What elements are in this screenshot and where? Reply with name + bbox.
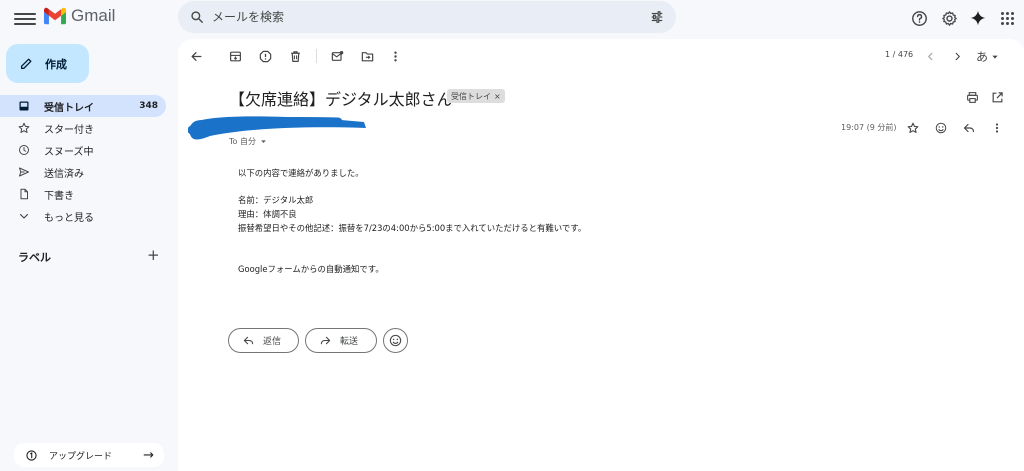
trash-icon[interactable]	[288, 49, 302, 63]
sidebar-item-label: スヌーズ中	[44, 146, 94, 158]
sidebar-item-starred[interactable]: スター付き	[0, 117, 166, 139]
upgrade-label: アップグレード	[49, 451, 113, 462]
sidebar-item-label: 受信トレイ	[44, 102, 94, 114]
message-body-line: 理由：体調不良	[238, 209, 297, 219]
sidebar-item-inbox[interactable]: 受信トレイ 348	[0, 95, 166, 117]
back-arrow-icon[interactable]	[189, 49, 203, 63]
add-label-button[interactable]: +	[147, 246, 160, 264]
sidebar-item-more[interactable]: もっと見る	[0, 205, 166, 227]
forward-label: 転送	[340, 337, 359, 347]
compose-button[interactable]: 作成	[6, 44, 89, 83]
pagination-count: 1 / 476	[885, 50, 914, 59]
archive-icon[interactable]	[228, 49, 242, 63]
pencil-icon	[20, 58, 32, 70]
compose-label: 作成	[45, 57, 67, 71]
label-chip-text: 受信トレイ	[451, 91, 491, 101]
inbox-icon	[18, 100, 30, 112]
sidebar-item-label: 送信済み	[44, 168, 84, 180]
more-vertical-icon[interactable]	[990, 121, 1004, 135]
toolbar-divider	[316, 49, 317, 63]
gemini-sparkle-icon[interactable]	[969, 9, 987, 27]
emoji-smile-icon	[389, 334, 402, 347]
add-reaction-emoji-icon[interactable]	[934, 121, 948, 135]
older-chevron-right-icon[interactable]	[950, 49, 964, 63]
help-icon[interactable]	[910, 9, 928, 27]
reply-button[interactable]: 返信	[228, 328, 299, 353]
caret-down-icon	[992, 55, 998, 59]
upgrade-badge-icon	[26, 449, 37, 461]
draft-icon	[18, 188, 30, 200]
main-menu-button[interactable]	[14, 10, 36, 26]
reply-label: 返信	[263, 337, 282, 347]
print-icon[interactable]	[965, 90, 979, 104]
reply-icon[interactable]	[962, 121, 976, 135]
search-options-icon[interactable]	[650, 10, 664, 24]
message-body-line: 振替希望日やその他記述：振替を7/23の4:00から5:00まで入れていただける…	[238, 223, 587, 233]
arrow-right-icon: →	[143, 447, 154, 463]
upgrade-button[interactable]: アップグレード →	[14, 443, 164, 467]
more-vertical-icon[interactable]	[388, 49, 402, 63]
input-language-label: あ	[976, 50, 989, 64]
gmail-m-icon	[44, 7, 66, 25]
message-body-line: Googleフォームからの自動通知です。	[238, 264, 384, 274]
recipient-line[interactable]: To 自分	[229, 136, 267, 147]
settings-gear-icon[interactable]	[940, 9, 958, 27]
mark-unread-icon[interactable]	[330, 49, 344, 63]
report-spam-icon[interactable]	[258, 49, 272, 63]
sidebar-item-sent[interactable]: 送信済み	[0, 161, 166, 183]
forward-button[interactable]: 転送	[305, 328, 377, 353]
clock-icon	[18, 144, 30, 156]
caret-down-icon	[261, 140, 266, 143]
remove-label-icon[interactable]: ×	[494, 92, 501, 101]
sidebar-item-label: 下書き	[44, 190, 74, 202]
move-to-icon[interactable]	[360, 49, 374, 63]
gmail-logo[interactable]: Gmail	[44, 6, 115, 26]
search-icon[interactable]	[190, 10, 204, 24]
reply-icon	[243, 336, 254, 345]
emoji-reaction-button[interactable]	[383, 328, 408, 353]
search-bar[interactable]	[178, 1, 676, 33]
app-name: Gmail	[71, 6, 116, 25]
sidebar-item-drafts[interactable]: 下書き	[0, 183, 166, 205]
send-icon	[18, 166, 30, 178]
message-subject: 【欠席連絡】デジタル太郎さん	[229, 90, 453, 109]
inbox-unread-count: 348	[139, 101, 158, 111]
labels-heading: ラベル	[18, 251, 51, 264]
star-icon	[18, 122, 30, 134]
message-body-line: 名前：デジタル太郎	[238, 195, 314, 205]
apps-grid-icon[interactable]	[998, 9, 1016, 27]
chevron-down-icon	[18, 210, 30, 222]
star-icon[interactable]	[906, 121, 920, 135]
sidebar-item-snoozed[interactable]: スヌーズ中	[0, 139, 166, 161]
sidebar-item-label: もっと見る	[44, 212, 94, 224]
sender-redaction-scribble	[188, 116, 366, 140]
message-body-line: 以下の内容で連絡がありました。	[238, 168, 364, 178]
open-new-window-icon[interactable]	[990, 90, 1004, 104]
newer-chevron-left-icon[interactable]	[923, 49, 937, 63]
message-timestamp: 19:07 (9 分前)	[841, 123, 897, 132]
search-input[interactable]	[212, 10, 650, 24]
input-tools-button[interactable]: あ	[976, 48, 999, 65]
sidebar-item-label: スター付き	[44, 124, 94, 136]
inbox-label-chip: 受信トレイ ×	[447, 89, 505, 103]
forward-icon	[320, 336, 331, 345]
recipient-label: To 自分	[229, 137, 256, 146]
